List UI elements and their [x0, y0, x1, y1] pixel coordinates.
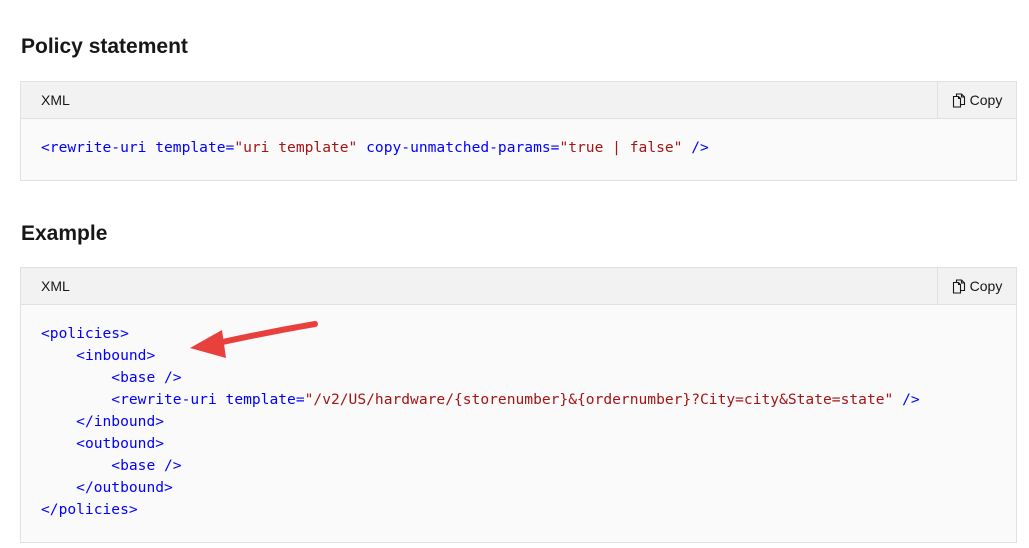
xml-equals: =	[295, 391, 305, 408]
xml-equals: =	[225, 139, 235, 156]
policy-statement-code-block: XML Copy <rewrite-uri template="uri temp…	[20, 81, 1017, 181]
copy-icon	[952, 278, 966, 294]
xml-value: "true | false"	[559, 139, 683, 156]
xml-tag: />	[691, 139, 709, 156]
xml-tag: <base />	[111, 369, 182, 386]
copy-icon	[952, 92, 966, 108]
xml-tag: </inbound>	[76, 413, 165, 430]
copy-button[interactable]: Copy	[937, 268, 1016, 304]
xml-value: "/v2/US/hardware/{storenumber}&{ordernum…	[304, 391, 894, 408]
xml-attribute: template	[155, 139, 226, 156]
copy-button[interactable]: Copy	[937, 82, 1016, 118]
xml-tag: </policies>	[41, 501, 138, 518]
xml-attribute: template	[225, 391, 296, 408]
code-content: <policies> <inbound> <base /> <rewrite-u…	[21, 305, 1016, 539]
xml-tag: <rewrite-uri	[41, 139, 147, 156]
xml-tag: <policies>	[41, 325, 129, 342]
xml-tag: <inbound>	[76, 347, 156, 364]
xml-tag: />	[902, 391, 920, 408]
policy-statement-heading: Policy statement	[21, 35, 188, 58]
code-content: <rewrite-uri template="uri template" cop…	[21, 119, 1016, 177]
xml-tag: </outbound>	[76, 479, 173, 496]
language-label: XML	[41, 278, 70, 294]
xml-tag: <rewrite-uri	[111, 391, 217, 408]
xml-tag: <outbound>	[76, 435, 165, 452]
code-header: XML Copy	[21, 268, 1016, 305]
example-code-block: XML Copy <policies> <inbound> <base /> <…	[20, 267, 1017, 543]
copy-label: Copy	[969, 278, 1003, 294]
language-label: XML	[41, 92, 70, 108]
example-heading: Example	[21, 222, 108, 245]
copy-label: Copy	[969, 92, 1003, 108]
xml-tag: <base />	[111, 457, 182, 474]
code-header: XML Copy	[21, 82, 1016, 119]
xml-attribute: copy-unmatched-params	[366, 139, 551, 156]
xml-value: "uri template"	[234, 139, 358, 156]
